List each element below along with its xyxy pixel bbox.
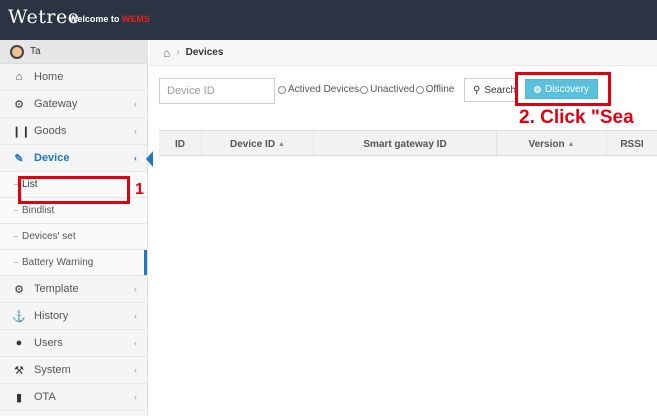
wrench-icon: ⚒ bbox=[14, 364, 24, 377]
radio-circle bbox=[360, 85, 369, 94]
sidebar: Ta ⌂ Home ⚙ Gateway ‹ ❙❙ Goods ‹ ✎ Devic… bbox=[0, 40, 153, 416]
sidebar-item-label: Template bbox=[34, 283, 79, 295]
column-label: ID bbox=[175, 138, 185, 150]
column-label: Smart gateway ID bbox=[363, 138, 447, 150]
column-header-gateway-id[interactable]: Smart gateway ID bbox=[314, 131, 497, 157]
user-name: Ta bbox=[30, 46, 41, 57]
chevron-left-icon: ‹ bbox=[134, 392, 137, 402]
column-label: Device ID bbox=[230, 138, 276, 150]
radio-circle bbox=[278, 85, 286, 94]
sidebar-item-ota[interactable]: ▮ OTA ‹ bbox=[0, 384, 147, 411]
sidebar-item-label: History bbox=[34, 310, 69, 322]
column-label: Version bbox=[528, 138, 565, 150]
status-radio-group: Actived Devices Unactived Offline bbox=[278, 84, 455, 95]
sidebar-item-label: Goods bbox=[34, 125, 67, 137]
gears-icon: ⚙ bbox=[14, 283, 24, 296]
radio-unactived[interactable]: Unactived bbox=[360, 84, 415, 95]
annotation-box-list bbox=[18, 176, 130, 204]
column-header-rssi[interactable]: RSSI bbox=[607, 131, 657, 157]
sidebar-item-label: Home bbox=[34, 71, 64, 83]
sidebar-item-label: Device bbox=[34, 152, 70, 164]
chevron-left-icon: ‹ bbox=[134, 284, 137, 294]
chevron-left-icon: ‹ bbox=[134, 311, 137, 321]
annotation-step-2: 2. Click "Sea bbox=[519, 107, 634, 128]
barcode-icon: ❙❙ bbox=[12, 125, 31, 138]
active-indicator bbox=[146, 151, 153, 167]
home-icon[interactable]: ⌂ bbox=[163, 46, 170, 60]
chevron-left-icon: ‹ bbox=[134, 99, 137, 109]
sidebar-subitem-label: Bindlist bbox=[22, 205, 55, 216]
sort-icon: ▲ bbox=[567, 140, 575, 148]
sidebar-subitem-battery-warning[interactable]: Battery Warning bbox=[0, 250, 147, 276]
sidebar-item-system[interactable]: ⚒ System ‹ bbox=[0, 357, 147, 384]
top-bar: Wetree Welcome to WEMS bbox=[0, 0, 657, 40]
user-icon: ● bbox=[15, 337, 23, 349]
chevron-left-icon: ‹ bbox=[134, 126, 137, 136]
radio-offline[interactable]: Offline bbox=[415, 84, 455, 95]
sidebar-item-label: Gateway bbox=[34, 98, 78, 110]
welcome-brand: WEMS bbox=[121, 14, 150, 24]
welcome-text: Welcome to WEMS bbox=[69, 14, 150, 24]
sidebar-item-gateway[interactable]: ⚙ Gateway ‹ bbox=[0, 91, 147, 118]
sidebar-item-template[interactable]: ⚙ Template ‹ bbox=[0, 276, 147, 303]
sidebar-item-goods[interactable]: ❙❙ Goods ‹ bbox=[0, 118, 147, 145]
breadcrumb: ⌂ › Devices bbox=[149, 40, 657, 66]
column-header-id[interactable]: ID bbox=[159, 131, 202, 157]
sidebar-subitem-devices-set[interactable]: Devices' set bbox=[0, 224, 147, 250]
chevron-right-icon: › bbox=[176, 47, 180, 58]
sort-icon: ▲ bbox=[278, 140, 285, 148]
home-icon: ⌂ bbox=[15, 71, 23, 83]
radio-actived-devices[interactable]: Actived Devices bbox=[278, 84, 359, 95]
device-table-header: ID Device ID ▲ Smart gateway ID Version ▲ … bbox=[159, 130, 657, 157]
avatar bbox=[10, 44, 24, 59]
radio-label: Offline bbox=[425, 84, 455, 95]
column-header-version[interactable]: Version ▲ bbox=[497, 131, 607, 157]
sidebar-item-label: System bbox=[34, 364, 71, 376]
anchor-icon: ⚓ bbox=[12, 310, 26, 323]
chevron-left-icon: ‹ bbox=[134, 365, 137, 375]
chevron-left-icon: ‹ bbox=[134, 338, 137, 348]
search-button-label: Search bbox=[484, 84, 517, 96]
breadcrumb-current: Devices bbox=[185, 47, 224, 58]
submenu-bar bbox=[144, 250, 147, 275]
sidebar-item-users[interactable]: ● Users ‹ bbox=[0, 330, 147, 357]
radio-label: Unactived bbox=[370, 84, 415, 95]
sidebar-item-history[interactable]: ⚓ History ‹ bbox=[0, 303, 147, 330]
column-header-device-id[interactable]: Device ID ▲ bbox=[202, 131, 314, 157]
radio-label: Actived Devices bbox=[288, 84, 360, 95]
annotation-box-discovery bbox=[515, 72, 611, 106]
search-button[interactable]: ⚲ Search bbox=[464, 78, 516, 102]
radio-circle bbox=[415, 85, 424, 94]
ota-icon: ▮ bbox=[15, 391, 23, 404]
sidebar-item-home[interactable]: ⌂ Home bbox=[0, 64, 147, 91]
user-profile[interactable]: Ta bbox=[0, 40, 147, 64]
sidebar-item-label: OTA bbox=[34, 391, 56, 403]
device-id-input[interactable] bbox=[159, 78, 275, 104]
gateway-icon: ⚙ bbox=[14, 98, 24, 111]
chevron-left-icon: ‹ bbox=[134, 153, 137, 163]
column-label: RSSI bbox=[620, 138, 644, 150]
device-icon: ✎ bbox=[14, 152, 24, 165]
welcome-prefix: Welcome to bbox=[69, 14, 122, 24]
search-icon: ⚲ bbox=[473, 84, 481, 96]
annotation-step-1: 1 bbox=[135, 181, 144, 198]
sidebar-subitem-label: Battery Warning bbox=[22, 257, 94, 268]
sidebar-item-device[interactable]: ✎ Device ‹ bbox=[0, 145, 153, 172]
sidebar-item-label: Users bbox=[34, 337, 63, 349]
sidebar-subitem-label: Devices' set bbox=[22, 231, 76, 242]
